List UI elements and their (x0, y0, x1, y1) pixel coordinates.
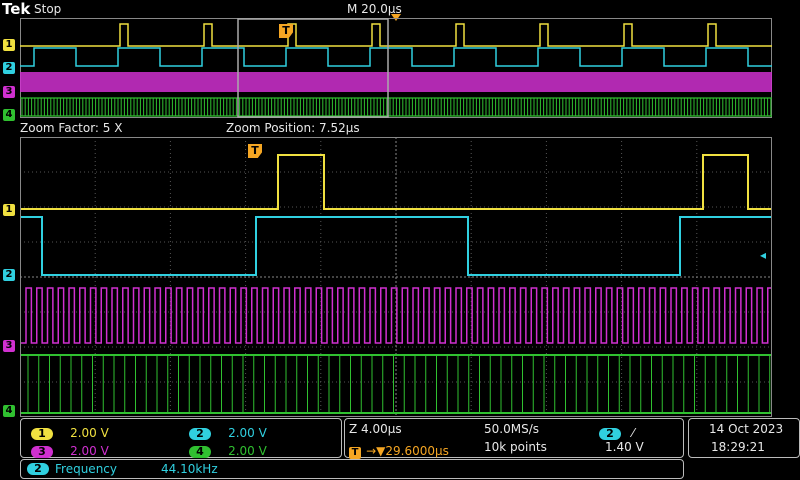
date: 14 Oct 2023 (709, 422, 784, 436)
ch3-volts: 2.00 V (70, 444, 109, 458)
zoom-waveform-window[interactable] (20, 137, 772, 417)
trigger-channel-badge: 2 (599, 428, 621, 440)
trigger-level: 1.40 V (605, 440, 644, 454)
ch4-badge: 4 (189, 446, 211, 458)
measurement-bar[interactable]: 2 Frequency 44.10kHz (20, 459, 684, 479)
sample-rate: 50.0MS/s (484, 422, 539, 436)
ch4-volts: 2.00 V (228, 444, 267, 458)
ch4-zoom-trace (20, 354, 772, 414)
ch4-zoom-chip[interactable]: 4 (3, 405, 15, 417)
ch1-readout[interactable]: 1 2.00 V (31, 422, 109, 441)
ch3-zoom-chip[interactable]: 3 (3, 340, 15, 352)
measurement-value: 44.10kHz (161, 462, 218, 476)
ch3-readout[interactable]: 3 2.00 V (31, 440, 109, 459)
tek-logo: Tek (2, 0, 31, 18)
zoom-factor: Zoom Factor: 5 X (20, 121, 123, 135)
trigger-readout[interactable]: 2 ⁄ (599, 422, 634, 441)
trigger-position-icon: T (349, 447, 361, 459)
datetime-panel: 14 Oct 2023 18:29:21 (688, 418, 800, 458)
ch3-overview-chip[interactable]: 3 (3, 86, 15, 98)
ch4-overview-chip[interactable]: 4 (3, 109, 15, 121)
ch1-overview-trace (20, 23, 772, 47)
ch2-badge: 2 (189, 428, 211, 440)
measurement-name: Frequency (55, 462, 117, 476)
ch2-readout[interactable]: 2 2.00 V (189, 422, 267, 441)
ch2-zoom-chip[interactable]: 2 (3, 269, 15, 281)
overview-waveform-window[interactable] (20, 18, 772, 118)
trigger-delay: →▼29.6000µs (366, 444, 449, 458)
ch4-readout[interactable]: 4 2.00 V (189, 440, 267, 459)
trigger-level-arrow-icon: ◂ (760, 248, 767, 262)
ch1-volts: 2.00 V (70, 426, 109, 440)
ch1-overview-chip[interactable]: 1 (3, 39, 15, 51)
measurement-channel-badge: 2 (27, 463, 49, 475)
ch1-zoom-chip[interactable]: 1 (3, 204, 15, 216)
trigger-delay-readout[interactable]: T →▼29.6000µs (349, 440, 449, 459)
ch3-overview-trace (20, 72, 772, 92)
zoom-position: Zoom Position: 7.52µs (226, 121, 360, 135)
record-length: 10k points (484, 440, 547, 454)
acquisition-panel[interactable]: Z 4.00µs 50.0MS/s 2 ⁄ T →▼29.6000µs 10k … (344, 418, 684, 459)
channel-settings-panel[interactable]: 1 2.00 V 2 2.00 V 3 2.00 V 4 2.00 V (20, 418, 342, 458)
ch1-badge: 1 (31, 428, 53, 440)
ch3-badge: 3 (31, 446, 53, 458)
ch2-overview-chip[interactable]: 2 (3, 62, 15, 74)
acquisition-state: Stop (34, 2, 62, 16)
ch4-overview-trace (20, 97, 772, 117)
zoom-scale: Z 4.00µs (349, 422, 402, 436)
ch2-volts: 2.00 V (228, 426, 267, 440)
ch2-overview-trace (20, 47, 772, 67)
time: 18:29:21 (711, 440, 765, 454)
trigger-slope-icon: ⁄ (632, 426, 635, 440)
